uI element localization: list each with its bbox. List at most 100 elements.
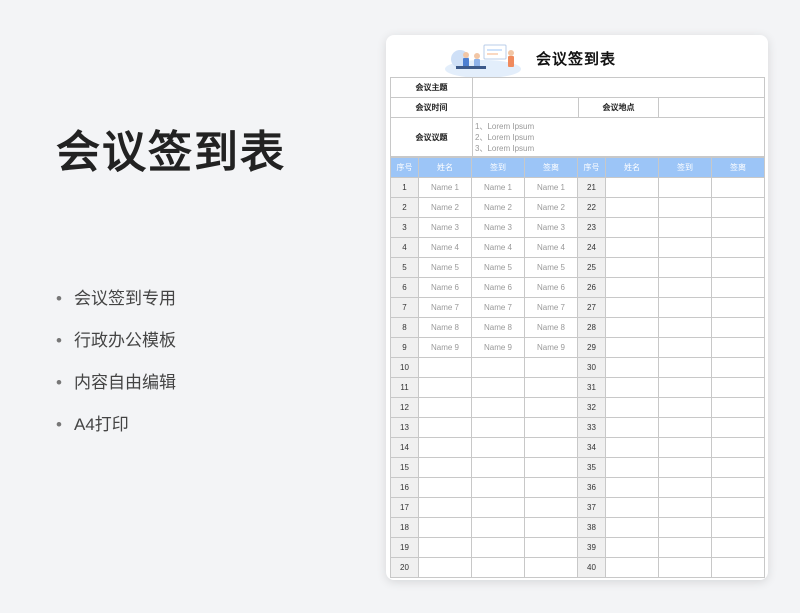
sign-out-cell[interactable] (711, 357, 765, 378)
sign-in-cell[interactable]: Name 7 (471, 297, 525, 318)
name-cell[interactable] (605, 417, 659, 438)
sign-in-cell[interactable]: Name 3 (471, 217, 525, 238)
name-cell[interactable] (418, 557, 472, 578)
sign-in-cell[interactable] (658, 517, 712, 538)
name-cell[interactable] (605, 377, 659, 398)
sign-out-cell[interactable] (711, 237, 765, 258)
name-cell[interactable]: Name 2 (418, 197, 472, 218)
sign-in-cell[interactable] (658, 237, 712, 258)
sign-in-cell[interactable] (471, 557, 525, 578)
sign-in-cell[interactable] (658, 297, 712, 318)
sign-in-cell[interactable] (658, 437, 712, 458)
sign-in-cell[interactable]: Name 5 (471, 257, 525, 278)
name-cell[interactable] (418, 477, 472, 498)
name-cell[interactable]: Name 6 (418, 277, 472, 298)
sign-out-cell[interactable]: Name 5 (524, 257, 578, 278)
sign-out-cell[interactable] (524, 497, 578, 518)
sign-out-cell[interactable] (711, 417, 765, 438)
sign-in-cell[interactable]: Name 2 (471, 197, 525, 218)
sign-in-cell[interactable] (658, 537, 712, 558)
sign-in-cell[interactable] (471, 517, 525, 538)
name-cell[interactable]: Name 3 (418, 217, 472, 238)
sign-out-cell[interactable] (711, 517, 765, 538)
name-cell[interactable] (605, 277, 659, 298)
sign-out-cell[interactable] (524, 457, 578, 478)
sign-out-cell[interactable] (524, 557, 578, 578)
name-cell[interactable] (605, 317, 659, 338)
sign-in-cell[interactable] (471, 437, 525, 458)
name-cell[interactable] (605, 397, 659, 418)
sign-in-cell[interactable]: Name 6 (471, 277, 525, 298)
name-cell[interactable]: Name 4 (418, 237, 472, 258)
sign-in-sheet-preview[interactable]: 会议签到表 会议主题 会议时间 会议地点 会议议题 1、Lorem Ipsum … (386, 35, 768, 580)
sign-in-cell[interactable] (658, 197, 712, 218)
sign-out-cell[interactable] (711, 477, 765, 498)
sign-out-cell[interactable]: Name 6 (524, 277, 578, 298)
sign-out-cell[interactable] (711, 257, 765, 278)
sign-in-cell[interactable] (658, 457, 712, 478)
sign-out-cell[interactable] (711, 277, 765, 298)
name-cell[interactable] (605, 457, 659, 478)
sign-out-cell[interactable] (524, 397, 578, 418)
sign-in-cell[interactable] (658, 177, 712, 198)
sign-in-cell[interactable] (471, 477, 525, 498)
sign-in-cell[interactable] (471, 357, 525, 378)
place-field[interactable] (658, 97, 765, 118)
name-cell[interactable] (418, 437, 472, 458)
sign-out-cell[interactable] (711, 397, 765, 418)
sign-in-cell[interactable] (658, 317, 712, 338)
sign-out-cell[interactable]: Name 2 (524, 197, 578, 218)
name-cell[interactable] (605, 337, 659, 358)
sign-out-cell[interactable] (524, 417, 578, 438)
sign-out-cell[interactable] (711, 317, 765, 338)
sign-out-cell[interactable] (711, 337, 765, 358)
name-cell[interactable] (605, 237, 659, 258)
name-cell[interactable] (605, 497, 659, 518)
name-cell[interactable] (605, 517, 659, 538)
agenda-field[interactable]: 1、Lorem Ipsum 2、Lorem Ipsum 3、Lorem Ipsu… (472, 117, 765, 157)
name-cell[interactable]: Name 7 (418, 297, 472, 318)
name-cell[interactable] (605, 537, 659, 558)
sign-in-cell[interactable]: Name 4 (471, 237, 525, 258)
name-cell[interactable] (418, 457, 472, 478)
sign-out-cell[interactable] (524, 377, 578, 398)
sign-in-cell[interactable] (471, 377, 525, 398)
sign-in-cell[interactable] (471, 497, 525, 518)
sign-out-cell[interactable] (524, 437, 578, 458)
sign-in-cell[interactable] (471, 537, 525, 558)
name-cell[interactable] (605, 297, 659, 318)
sign-in-cell[interactable] (471, 457, 525, 478)
sign-out-cell[interactable] (524, 477, 578, 498)
name-cell[interactable] (605, 477, 659, 498)
sign-out-cell[interactable] (524, 537, 578, 558)
sign-out-cell[interactable] (711, 457, 765, 478)
name-cell[interactable] (418, 517, 472, 538)
sign-out-cell[interactable] (524, 357, 578, 378)
sign-out-cell[interactable] (711, 177, 765, 198)
sign-out-cell[interactable]: Name 9 (524, 337, 578, 358)
name-cell[interactable]: Name 5 (418, 257, 472, 278)
sign-in-cell[interactable] (658, 497, 712, 518)
name-cell[interactable] (418, 357, 472, 378)
sign-out-cell[interactable] (711, 537, 765, 558)
sign-in-cell[interactable] (658, 357, 712, 378)
sign-in-cell[interactable] (658, 417, 712, 438)
sign-in-cell[interactable] (658, 257, 712, 278)
name-cell[interactable]: Name 9 (418, 337, 472, 358)
sign-in-cell[interactable] (658, 397, 712, 418)
sign-out-cell[interactable] (711, 197, 765, 218)
sign-in-cell[interactable]: Name 8 (471, 317, 525, 338)
sign-in-cell[interactable] (471, 417, 525, 438)
sign-out-cell[interactable]: Name 3 (524, 217, 578, 238)
name-cell[interactable] (418, 417, 472, 438)
sign-in-cell[interactable] (658, 217, 712, 238)
time-field[interactable] (472, 97, 579, 118)
name-cell[interactable] (605, 257, 659, 278)
sign-in-cell[interactable] (658, 337, 712, 358)
name-cell[interactable] (605, 437, 659, 458)
sign-out-cell[interactable]: Name 8 (524, 317, 578, 338)
topic-field[interactable] (472, 77, 765, 98)
name-cell[interactable] (418, 537, 472, 558)
sign-out-cell[interactable] (711, 377, 765, 398)
sign-in-cell[interactable] (658, 477, 712, 498)
